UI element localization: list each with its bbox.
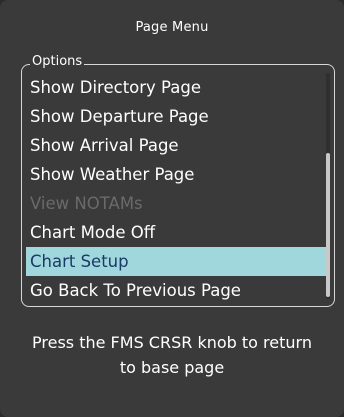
menu-item-show-arrival-page[interactable]: Show Arrival Page: [26, 131, 328, 160]
menu-item-show-departure-page[interactable]: Show Departure Page: [26, 102, 328, 131]
menu-item-chart-mode-off[interactable]: Chart Mode Off: [26, 218, 328, 247]
options-scrollbar[interactable]: [326, 73, 330, 299]
page-menu-title: Page Menu: [135, 20, 209, 35]
instruction-line-1: Press the FMS CRSR knob to return: [32, 333, 312, 352]
menu-item-go-back-to-previous-page[interactable]: Go Back To Previous Page: [26, 276, 328, 305]
menu-item-show-weather-page[interactable]: Show Weather Page: [26, 160, 328, 189]
menu-item-show-directory-page[interactable]: Show Directory Page: [26, 73, 328, 102]
page-menu-window: Page Menu Options Show Directory Page Sh…: [0, 0, 344, 417]
instruction-text: Press the FMS CRSR knob to return to bas…: [0, 330, 344, 380]
options-group-label: Options: [30, 54, 85, 70]
instruction-line-2: to base page: [119, 358, 225, 377]
menu-item-chart-setup[interactable]: Chart Setup: [26, 247, 328, 276]
options-menu-list: Show Directory Page Show Departure Page …: [26, 73, 328, 305]
menu-item-view-notams: View NOTAMs: [30, 194, 143, 213]
options-scroll-thumb[interactable]: [326, 153, 330, 297]
